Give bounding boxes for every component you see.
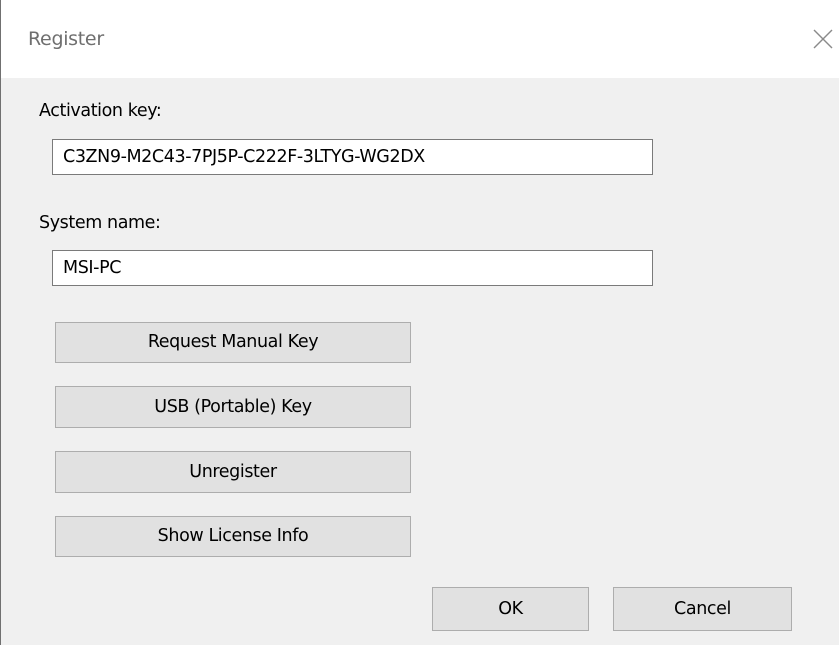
show-license-info-button[interactable]: Show License Info (55, 516, 411, 557)
cancel-label: Cancel (674, 599, 731, 619)
register-dialog: Register Activation key: C3ZN9-M2C43-7PJ… (0, 0, 839, 645)
unregister-button[interactable]: Unregister (55, 451, 411, 493)
request-manual-key-label: Request Manual Key (147, 332, 319, 352)
usb-portable-key-label: USB (Portable) Key (154, 397, 312, 417)
activation-key-field[interactable]: C3ZN9-M2C43-7PJ5P-C222F-3LTYG-WG2DX (52, 139, 653, 175)
cancel-button[interactable]: Cancel (613, 587, 792, 631)
request-manual-key-button[interactable]: Request Manual Key (55, 322, 411, 363)
unregister-label: Unregister (189, 462, 277, 482)
system-name-field[interactable]: MSI-PC (52, 250, 653, 286)
system-name-label: System name: (39, 213, 161, 233)
ok-button[interactable]: OK (432, 587, 589, 631)
show-license-info-label: Show License Info (157, 526, 309, 546)
close-icon (813, 29, 833, 49)
title-bar: Register (1, 0, 839, 78)
usb-portable-key-button[interactable]: USB (Portable) Key (55, 386, 411, 428)
activation-key-label: Activation key: (39, 101, 162, 121)
window-title: Register (28, 28, 104, 50)
ok-label: OK (498, 599, 523, 619)
close-button[interactable] (806, 20, 839, 58)
